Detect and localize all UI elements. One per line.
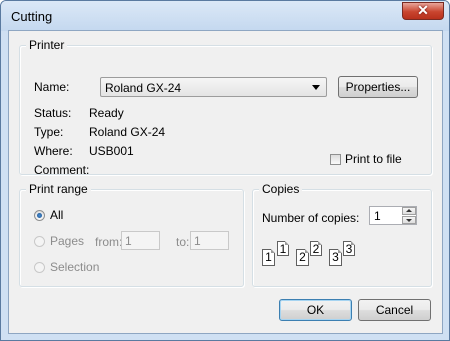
properties-button-label: Properties... bbox=[345, 80, 411, 94]
page-fold bbox=[351, 241, 355, 245]
from-label: from: bbox=[95, 235, 123, 249]
from-page-input[interactable]: 1 bbox=[121, 231, 160, 250]
printer-name-label: Name: bbox=[34, 80, 70, 94]
print-dialog-window: Cutting ✕ Printer Name: Roland GX-24 Pro… bbox=[0, 0, 450, 341]
to-label: to: bbox=[176, 235, 190, 249]
cancel-button-label: Cancel bbox=[375, 303, 414, 317]
status-value: Ready bbox=[89, 106, 124, 120]
spin-up-icon[interactable] bbox=[402, 207, 416, 215]
all-radio-label[interactable]: All bbox=[50, 208, 63, 222]
from-page-value: 1 bbox=[125, 234, 132, 248]
dialog-body: Printer Name: Roland GX-24 Properties...… bbox=[8, 30, 443, 334]
ok-button-label: OK bbox=[306, 303, 325, 317]
to-page-value: 1 bbox=[194, 234, 201, 248]
type-value: Roland GX-24 bbox=[89, 125, 166, 139]
close-icon: ✕ bbox=[417, 2, 429, 18]
comment-label: Comment: bbox=[34, 163, 90, 177]
number-of-copies-label: Number of copies: bbox=[262, 211, 360, 225]
title-bar[interactable]: Cutting ✕ bbox=[1, 1, 449, 31]
print-range-legend: Print range bbox=[26, 182, 91, 196]
close-button[interactable]: ✕ bbox=[402, 2, 444, 20]
page-fold bbox=[305, 249, 309, 253]
collate-sheet-front: 1 bbox=[262, 249, 275, 266]
print-to-file-checkbox[interactable] bbox=[330, 154, 341, 165]
copies-group: Copies Number of copies: bbox=[252, 182, 432, 287]
window-title: Cutting bbox=[11, 9, 53, 24]
ok-button[interactable]: OK bbox=[279, 299, 352, 321]
printer-name-dropdown[interactable]: Roland GX-24 bbox=[100, 77, 327, 97]
page-fold bbox=[318, 241, 322, 245]
selection-radio[interactable] bbox=[34, 262, 45, 273]
where-label: Where: bbox=[34, 144, 73, 158]
pages-radio-label[interactable]: Pages bbox=[50, 234, 84, 248]
print-range-group: Print range All Pages from: 1 to: 1 Sele… bbox=[19, 182, 244, 287]
collate-sheet-back: 1 bbox=[277, 241, 289, 256]
status-label: Status: bbox=[34, 106, 72, 120]
type-label: Type: bbox=[34, 125, 64, 139]
page-fold bbox=[338, 249, 342, 253]
spin-down-icon[interactable] bbox=[402, 216, 416, 224]
printer-group: Printer Name: Roland GX-24 Properties...… bbox=[19, 38, 432, 177]
selection-radio-label[interactable]: Selection bbox=[50, 260, 99, 274]
collate-sheet-front: 3 bbox=[329, 249, 342, 266]
printer-group-legend: Printer bbox=[26, 38, 68, 52]
copies-legend: Copies bbox=[259, 182, 303, 196]
collate-sheet-back: 2 bbox=[310, 241, 322, 256]
page-fold bbox=[285, 241, 289, 245]
pages-radio[interactable] bbox=[34, 236, 45, 247]
properties-button[interactable]: Properties... bbox=[338, 76, 418, 98]
radio-selected-dot bbox=[37, 213, 42, 218]
collate-sheet-back: 3 bbox=[343, 241, 355, 256]
chevron-down-icon bbox=[312, 85, 320, 90]
number-of-copies-input[interactable]: 1 bbox=[369, 206, 417, 225]
where-value: USB001 bbox=[89, 144, 134, 158]
page-fold bbox=[271, 249, 275, 253]
all-radio[interactable] bbox=[34, 210, 45, 221]
print-to-file-label[interactable]: Print to file bbox=[345, 152, 402, 166]
to-page-input[interactable]: 1 bbox=[190, 231, 229, 250]
collate-sheet-front: 2 bbox=[296, 249, 309, 266]
number-of-copies-value: 1 bbox=[374, 209, 381, 223]
cancel-button[interactable]: Cancel bbox=[358, 299, 431, 321]
printer-name-value: Roland GX-24 bbox=[105, 81, 182, 95]
